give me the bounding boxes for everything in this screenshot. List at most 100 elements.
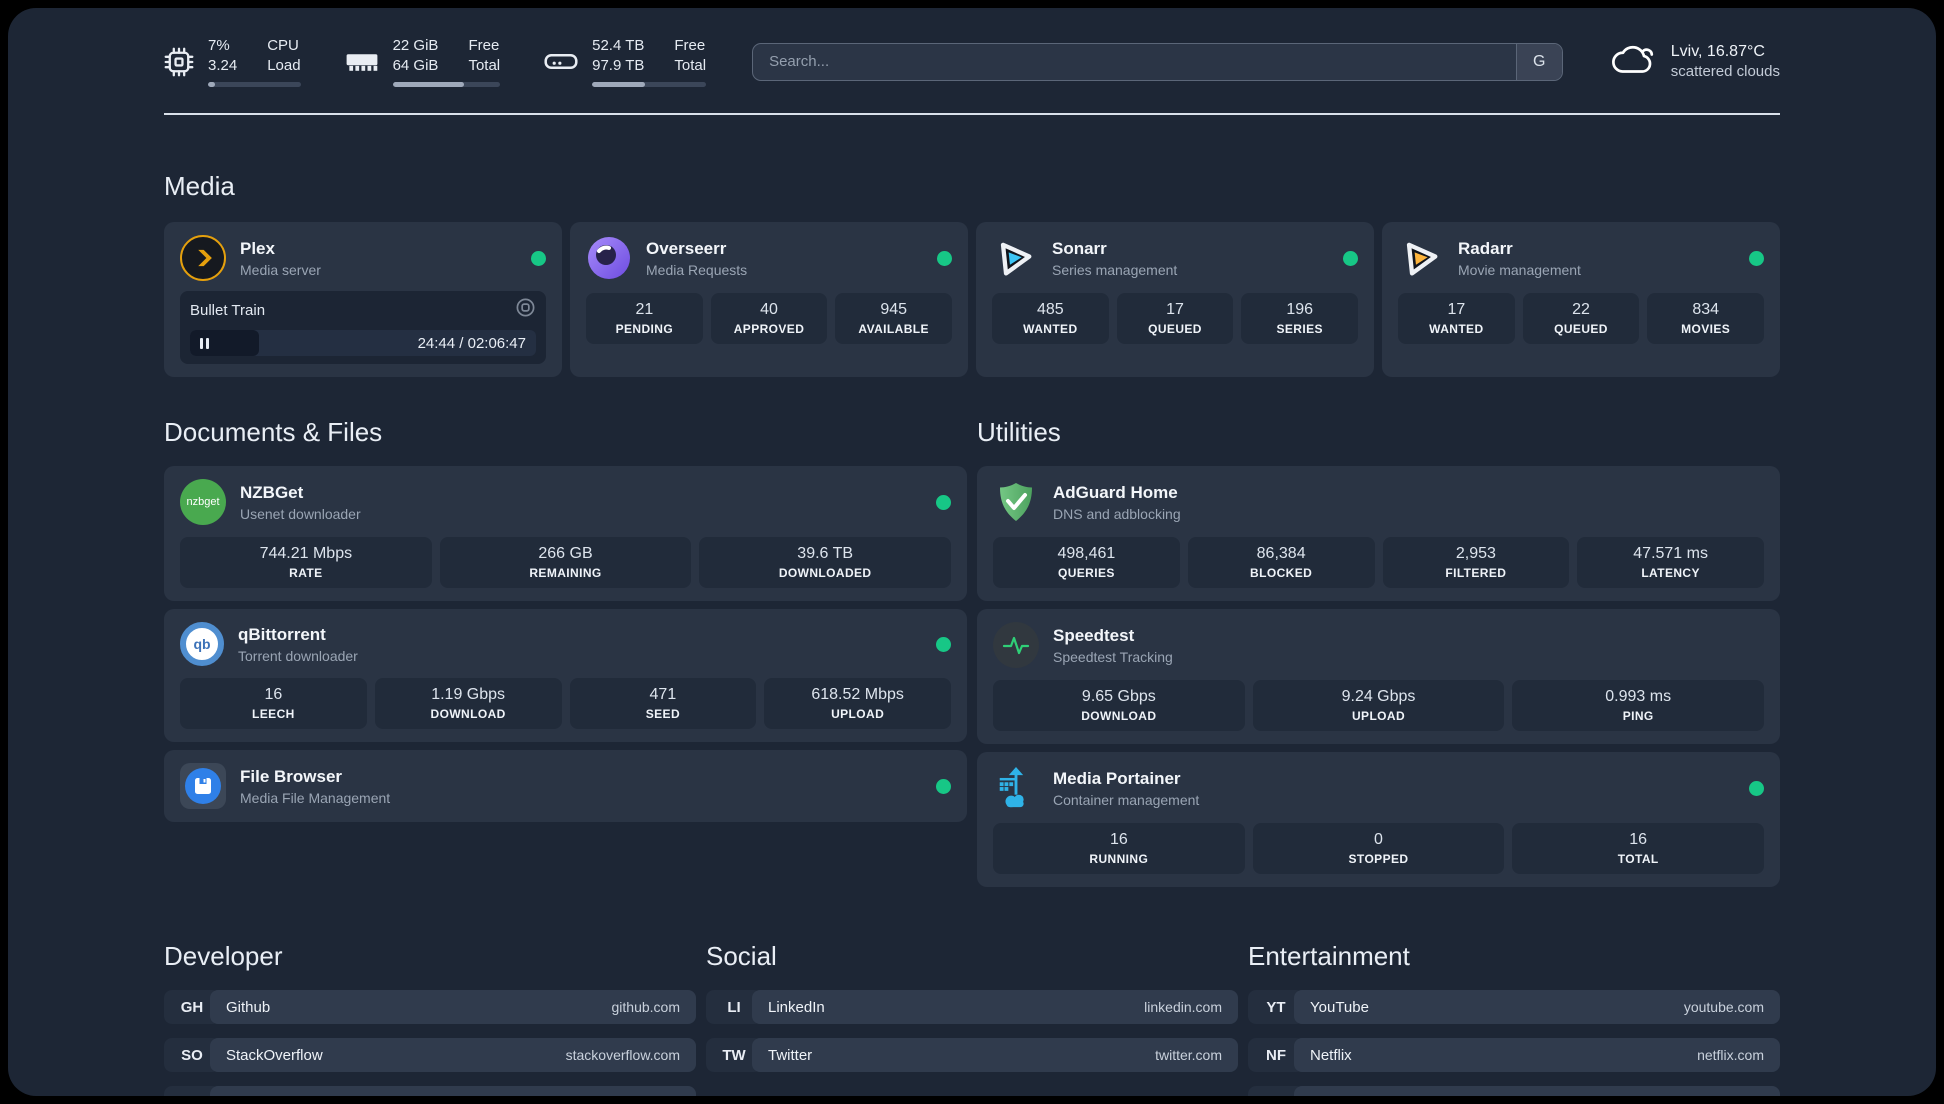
header-divider	[164, 113, 1780, 115]
service-card-radarr[interactable]: Radarr Movie management 17 WANTED 22 QUE…	[1382, 222, 1780, 377]
nzbget-icon-text: nzbget	[186, 496, 220, 508]
service-description: Speedtest Tracking	[1053, 648, 1173, 665]
memory-total-label: Total	[468, 56, 501, 74]
bookmark-url: twitter.com	[1155, 1047, 1222, 1063]
service-card-adguard[interactable]: AdGuard Home DNS and adblocking 498,461 …	[977, 466, 1780, 601]
bookmark-stackoverflow[interactable]: SO StackOverflow stackoverflow.com	[164, 1038, 696, 1072]
bookmark-reddit[interactable]: RE Reddit reddit.com	[1248, 1086, 1780, 1096]
bookmark-name: StackOverflow	[226, 1046, 323, 1064]
bookmark-twitter[interactable]: TW Twitter twitter.com	[706, 1038, 1238, 1072]
settings-icon[interactable]	[515, 297, 536, 323]
disk-total-label: Total	[674, 56, 707, 74]
disk-icon	[544, 50, 578, 73]
bookmark-name: Github	[226, 998, 271, 1016]
stat-pending: 21 PENDING	[586, 293, 703, 344]
weather-condition: scattered clouds	[1670, 63, 1780, 80]
bookmark-name: Reddit	[1310, 1095, 1353, 1097]
service-card-overseerr[interactable]: Overseerr Media Requests 21 PENDING 40 A…	[570, 222, 968, 377]
stat-label: DOWNLOAD	[430, 707, 506, 721]
bookmark-youtube[interactable]: YT YouTube youtube.com	[1248, 990, 1780, 1024]
stat-label: QUEUED	[1148, 322, 1202, 336]
service-name: AdGuard Home	[1053, 482, 1178, 502]
bookmark-url: stackoverflow.com	[565, 1047, 680, 1063]
status-dot	[936, 494, 951, 510]
service-card-speedtest[interactable]: Speedtest Speedtest Tracking 9.65 Gbps D…	[977, 609, 1780, 744]
stat-label: UPLOAD	[831, 707, 885, 721]
bookmark-url: dev.to	[643, 1095, 680, 1096]
stat-value: 9.65 Gbps	[1081, 688, 1156, 705]
service-name: Media Portainer	[1053, 768, 1181, 788]
service-card-qbittorrent[interactable]: qb qBittorrent Torrent downloader 16 LEE…	[164, 609, 967, 742]
status-dot	[531, 250, 546, 266]
stat-value: 17	[1166, 301, 1184, 318]
qbittorrent-icon: qb	[180, 622, 224, 666]
service-card-filebrowser[interactable]: File Browser Media File Management	[164, 750, 967, 822]
memory-icon	[345, 51, 379, 73]
service-card-sonarr[interactable]: Sonarr Series management 485 WANTED 17 Q…	[976, 222, 1374, 377]
service-name: Plex	[240, 238, 275, 258]
memory-progress-fill	[392, 82, 464, 87]
service-card-portainer[interactable]: Media Portainer Container management 16 …	[977, 752, 1780, 887]
service-description: Media File Management	[240, 789, 391, 806]
stat-label: DOWNLOADED	[778, 566, 872, 580]
stat-value: 21	[635, 301, 654, 318]
stat-wanted: 485 WANTED	[992, 293, 1109, 344]
bookmark-url: netflix.com	[1697, 1047, 1764, 1063]
speedtest-icon	[993, 622, 1039, 668]
bookmark-url: youtube.com	[1683, 999, 1764, 1015]
stat-series: 196 SERIES	[1241, 293, 1359, 344]
stat-ping: 0.993 ms PING	[1512, 680, 1765, 731]
bookmark-url: github.com	[611, 999, 680, 1015]
stat-value: 2,953	[1455, 545, 1496, 562]
disk-widget: 52.4 TB 97.9 TB Free Total	[544, 36, 707, 87]
stat-rate: 744.21 Mbps RATE	[180, 537, 432, 588]
status-dot	[1343, 250, 1358, 266]
stat-download: 9.65 Gbps DOWNLOAD	[993, 680, 1245, 731]
bookmark-group-entertainment: Entertainment YT YouTube youtube.com NF …	[1248, 941, 1780, 1096]
stat-label: BLOCKED	[1250, 566, 1313, 580]
stat-value: 0	[1374, 831, 1383, 848]
stat-label: LEECH	[252, 707, 295, 721]
cpu-usage-value: 7%	[208, 37, 230, 54]
cpu-progress-bar	[208, 82, 301, 87]
search-provider-button[interactable]: G	[1515, 43, 1562, 80]
stat-queries: 498,461 QUERIES	[993, 537, 1180, 588]
stat-label: UPLOAD	[1351, 709, 1406, 723]
memory-progress-bar	[392, 82, 501, 87]
stat-running: 16 RUNNING	[993, 823, 1245, 874]
status-dot	[936, 636, 951, 652]
pause-icon	[200, 337, 209, 349]
radarr-icon	[1398, 235, 1444, 281]
service-description: Container management	[1053, 791, 1200, 808]
bookmark-dev[interactable]: DT DEV dev.to	[164, 1086, 696, 1096]
service-description: Movie management	[1458, 261, 1581, 278]
stat-value: 16	[1109, 831, 1128, 848]
stat-value: 47.571 ms	[1633, 545, 1708, 562]
service-card-plex[interactable]: Plex Media server Bullet Train 24:44 / 0…	[164, 222, 562, 377]
stat-remaining: 266 GB REMAINING	[439, 537, 692, 588]
cloud-icon	[1609, 41, 1657, 82]
sonarr-icon	[992, 235, 1038, 281]
service-name: Speedtest	[1053, 625, 1135, 645]
stat-downloaded: 39.6 TB DOWNLOADED	[699, 537, 952, 588]
section-title-social: Social	[706, 941, 777, 971]
service-card-nzbget[interactable]: nzbget NZBGet Usenet downloader 744.21 M…	[164, 466, 967, 601]
bookmark-github[interactable]: GH Github github.com	[164, 990, 696, 1024]
stat-value: 498,461	[1057, 545, 1116, 562]
stat-label: SEED	[645, 707, 681, 721]
stat-value: 16	[264, 686, 283, 703]
bookmark-netflix[interactable]: NF Netflix netflix.com	[1248, 1038, 1780, 1072]
bookmark-group-social: Social LI LinkedIn linkedin.com TW Twitt…	[706, 941, 1238, 1096]
stat-value: 945	[880, 301, 908, 318]
service-description: Media Requests	[646, 261, 748, 278]
section-title-media: Media	[164, 171, 235, 201]
search-bar: G	[752, 42, 1563, 81]
stat-label: REMAINING	[529, 566, 602, 580]
stat-label: WANTED	[1429, 322, 1484, 336]
stat-queued: 22 QUEUED	[1522, 293, 1640, 344]
media-cards: Plex Media server Bullet Train 24:44 / 0…	[164, 222, 1780, 377]
bookmark-linkedin[interactable]: LI LinkedIn linkedin.com	[706, 990, 1238, 1024]
search-input[interactable]	[753, 43, 1516, 80]
status-dot	[936, 778, 951, 794]
service-name: Sonarr	[1052, 238, 1107, 258]
